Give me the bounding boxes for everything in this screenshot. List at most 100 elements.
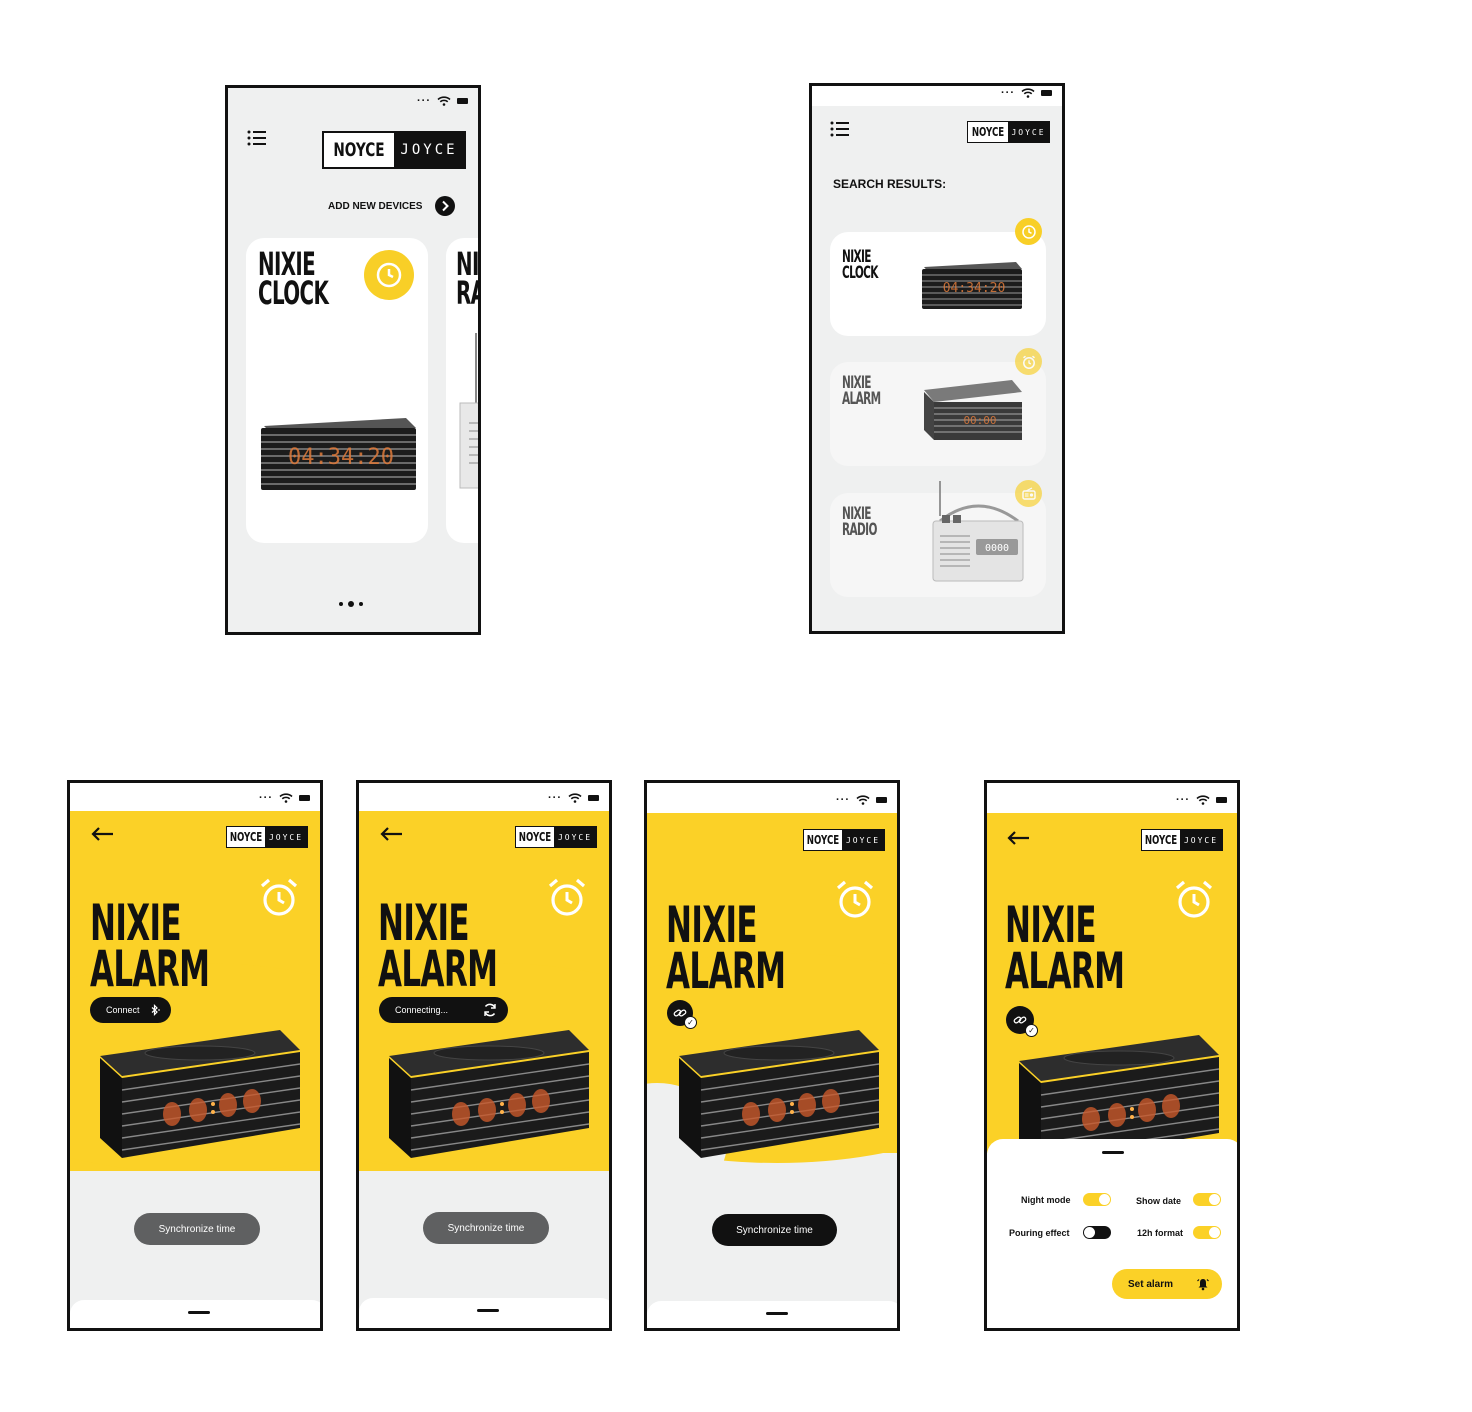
result-card-alarm[interactable]: NIXIE ALARM 00:00 — [830, 362, 1046, 466]
sheet-handle[interactable] — [1102, 1151, 1124, 1154]
radio-icon — [1021, 486, 1036, 500]
pouring-effect-label: Pouring effect — [1009, 1228, 1070, 1238]
sheet-handle[interactable] — [766, 1312, 788, 1315]
toggle-knob — [1209, 1227, 1220, 1238]
page-dot[interactable] — [359, 602, 363, 606]
toggle-knob — [1084, 1227, 1095, 1238]
result-badge-alarm — [1015, 348, 1042, 375]
bottom-sheet[interactable] — [647, 1301, 897, 1328]
status-bar: ··· — [1176, 795, 1227, 806]
result-digits: 0000 — [985, 543, 1009, 554]
device-title: NIXIE ALARM — [1005, 900, 1125, 1000]
card-title-line2: CLOCK — [258, 274, 329, 313]
brand-logo: NOYCE JOYCE — [967, 121, 1050, 143]
signal-dots-icon: ··· — [548, 792, 562, 804]
pouring-effect-toggle[interactable] — [1083, 1226, 1111, 1239]
result-badge-radio — [1015, 480, 1042, 507]
logo-right: JOYCE — [1180, 830, 1222, 850]
signal-dots-icon: ··· — [259, 792, 273, 804]
nixie-alarm-thumbnail: 00:00 — [924, 380, 1022, 440]
synchronize-time-button[interactable]: Synchronize time — [712, 1214, 837, 1246]
back-arrow-icon[interactable] — [1006, 830, 1030, 846]
result-card-radio[interactable]: NIXIE RADIO 0000 — [830, 481, 1046, 597]
add-devices-label: ADD NEW DEVICES — [328, 200, 423, 212]
back-arrow-icon[interactable] — [379, 826, 403, 842]
page-dot-active[interactable] — [348, 601, 354, 607]
sync-icon — [484, 1003, 496, 1017]
nixie-radio-peek-image — [459, 333, 478, 489]
format-toggle[interactable] — [1193, 1226, 1221, 1239]
logo-left: NOYCE — [229, 830, 263, 844]
card-title: NIXIE CLOCK — [258, 248, 329, 313]
result-digits: 04:34:20 — [943, 281, 1006, 296]
bottom-sheet[interactable] — [70, 1300, 320, 1328]
result-title-line2: CLOCK — [842, 262, 878, 283]
page-indicator — [339, 601, 363, 607]
logo-left: NOYCE — [971, 125, 1005, 139]
night-mode-label: Night mode — [1021, 1195, 1071, 1205]
brand-logo: NOYCE JOYCE — [803, 829, 885, 851]
alarm-clock-icon — [836, 880, 874, 918]
wifi-icon — [437, 96, 451, 106]
sheet-handle[interactable] — [188, 1311, 210, 1314]
menu-icon[interactable] — [247, 130, 267, 146]
phone-home: ··· NOYCE JOYCE ADD NEW DEVICES NIXIE CL… — [225, 85, 481, 635]
signal-dots-icon: ··· — [1001, 87, 1015, 99]
back-arrow-icon[interactable] — [90, 826, 114, 842]
wifi-icon — [568, 793, 582, 803]
device-card-clock[interactable]: NIXIE CLOCK 04:34:20 — [246, 238, 428, 543]
wifi-icon — [1196, 795, 1210, 805]
add-new-devices-link[interactable]: ADD NEW DEVICES — [328, 195, 456, 217]
result-card-clock[interactable]: NIXIE CLOCK 04:34:20 — [830, 232, 1046, 336]
device-title: NIXIE ALARM — [90, 898, 210, 998]
synchronize-time-button[interactable]: Synchronize time — [423, 1212, 549, 1244]
peek-title: NI RA — [456, 248, 478, 310]
show-date-toggle[interactable] — [1193, 1193, 1221, 1206]
logo-left: NOYCE — [806, 833, 840, 847]
connect-button[interactable]: Connect — [90, 997, 171, 1023]
format-label: 12h format — [1137, 1228, 1184, 1238]
bluetooth-icon — [151, 1004, 160, 1016]
result-title: NIXIE RADIO — [842, 506, 877, 538]
status-bar: ··· — [1001, 87, 1052, 99]
battery-icon — [299, 795, 310, 801]
status-bar: ··· — [259, 792, 310, 804]
device-title-line2: ALARM — [90, 940, 210, 998]
nixie-clock-thumbnail: 04:34:20 — [922, 262, 1022, 309]
sheet-handle[interactable] — [477, 1309, 499, 1312]
synchronize-time-button[interactable]: Synchronize time — [134, 1213, 260, 1245]
phone-alarm-connected: ··· NOYCE JOYCE NIXIE ALARM ✓ Synchroniz… — [644, 780, 900, 1331]
device-title-line2: ALARM — [1005, 942, 1125, 1000]
wifi-icon — [1021, 88, 1035, 98]
status-bar: ··· — [548, 792, 599, 804]
menu-icon[interactable] — [830, 121, 850, 137]
link-icon — [1013, 1016, 1027, 1024]
brand-logo: NOYCE JOYCE — [322, 131, 466, 169]
night-mode-toggle[interactable] — [1083, 1193, 1111, 1206]
bottom-sheet[interactable] — [359, 1298, 609, 1328]
set-alarm-button[interactable]: Set alarm — [1112, 1269, 1222, 1299]
logo-right: JOYCE — [554, 827, 596, 847]
connecting-button[interactable]: Connecting... — [379, 997, 508, 1023]
show-date-label: Show date — [1136, 1196, 1182, 1206]
nixie-alarm-image — [389, 1030, 589, 1158]
device-title-line2: ALARM — [378, 940, 498, 998]
battery-icon — [457, 98, 468, 104]
settings-sheet: Night mode Show date Pouring effect 12h … — [987, 1139, 1237, 1328]
clock-icon — [1021, 224, 1036, 239]
alarm-icon — [1022, 355, 1035, 369]
alarm-clock-icon — [260, 878, 298, 916]
nixie-radio-thumbnail: 0000 — [932, 481, 1024, 582]
page-dot[interactable] — [339, 602, 343, 606]
connected-status[interactable]: ✓ — [667, 1000, 697, 1029]
logo-right: JOYCE — [265, 827, 307, 847]
logo-left: NOYCE — [1144, 833, 1178, 847]
result-title-line2: ALARM — [842, 388, 881, 409]
connected-status[interactable]: ✓ — [1006, 1006, 1038, 1037]
arrow-right-circle-icon[interactable] — [434, 195, 456, 217]
clock-icon — [376, 262, 402, 288]
toggle-knob — [1209, 1194, 1220, 1205]
battery-icon — [876, 797, 887, 803]
bell-ring-icon — [1197, 1279, 1209, 1291]
device-card-radio-peek[interactable]: NI RA — [446, 238, 478, 543]
